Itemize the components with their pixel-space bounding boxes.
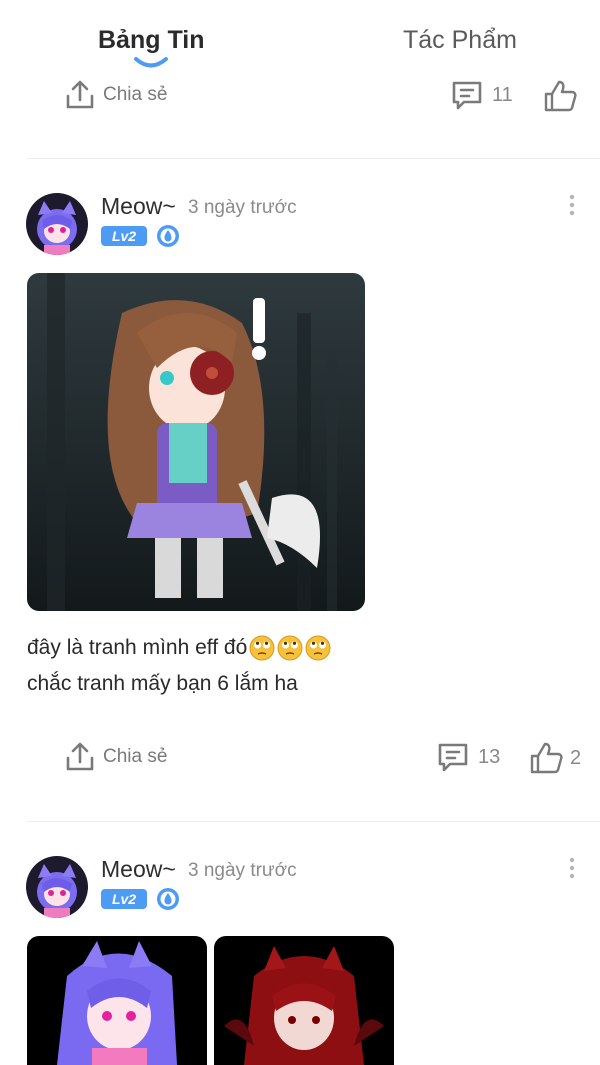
avatar-image — [26, 193, 88, 255]
avatar[interactable] — [26, 856, 88, 918]
verified-badge-icon — [157, 225, 179, 247]
post-text-line2: chắc tranh mấy bạn 6 lắm ha — [27, 672, 298, 695]
share-label: Chia sẻ — [103, 84, 168, 105]
thumbs-up-icon — [544, 80, 577, 112]
active-tab-indicator — [134, 57, 168, 68]
comment-icon — [438, 743, 468, 772]
comment-button[interactable]: 13 — [436, 740, 500, 774]
artwork-image — [214, 936, 394, 1065]
comment-count: 13 — [478, 745, 501, 768]
post-actions: Chia sẻ 13 2 — [0, 740, 600, 780]
avatar[interactable] — [26, 193, 88, 255]
like-count: 2 — [570, 746, 582, 769]
level-badge: Lv2 — [101, 889, 147, 909]
post-text: đây là tranh mình eff đó chắc tranh mấy … — [27, 630, 333, 702]
emoji-group — [249, 635, 333, 661]
post-time: 3 ngày trước — [188, 860, 297, 881]
post-image[interactable] — [27, 273, 365, 611]
post-image[interactable] — [214, 936, 394, 1065]
avatar-image — [26, 856, 88, 918]
comment-icon — [452, 81, 482, 110]
prev-post-actions: Chia sẻ 11 — [0, 78, 600, 118]
share-label: Chia sẻ — [103, 746, 168, 767]
eye-roll-emoji — [249, 635, 275, 661]
comment-button[interactable]: 11 — [450, 78, 513, 112]
like-button[interactable]: 2 — [528, 740, 581, 776]
post-text-line1: đây là tranh mình eff đó — [27, 636, 248, 659]
verified-badge-icon — [157, 888, 179, 910]
comment-count: 11 — [492, 83, 513, 106]
share-icon — [66, 742, 94, 771]
level-badge: Lv2 — [101, 226, 147, 246]
post-image[interactable] — [27, 936, 207, 1065]
more-vertical-icon[interactable] — [566, 856, 578, 882]
post-divider — [27, 821, 600, 822]
tab-feed[interactable]: Bảng Tin — [98, 26, 204, 55]
post-time: 3 ngày trước — [188, 197, 297, 218]
eye-roll-emoji — [277, 635, 303, 661]
eye-roll-emoji — [305, 635, 331, 661]
like-button[interactable] — [542, 78, 584, 114]
thumbs-up-icon — [530, 742, 563, 774]
post-header: Meow~ 3 ngày trước Lv2 — [0, 193, 600, 263]
artwork-image — [27, 936, 207, 1065]
post-divider — [27, 158, 600, 159]
artwork-image — [27, 273, 365, 611]
share-button[interactable]: Chia sẻ — [63, 740, 167, 774]
tab-works[interactable]: Tác Phẩm — [403, 26, 517, 55]
author-name[interactable]: Meow~ — [101, 856, 176, 883]
post-header: Meow~ 3 ngày trước Lv2 — [0, 856, 600, 926]
author-name[interactable]: Meow~ — [101, 193, 176, 220]
tab-bar: Bảng Tin Tác Phẩm — [0, 0, 600, 80]
share-button[interactable]: Chia sẻ — [63, 78, 167, 112]
share-icon — [66, 80, 94, 109]
more-vertical-icon[interactable] — [566, 193, 578, 219]
